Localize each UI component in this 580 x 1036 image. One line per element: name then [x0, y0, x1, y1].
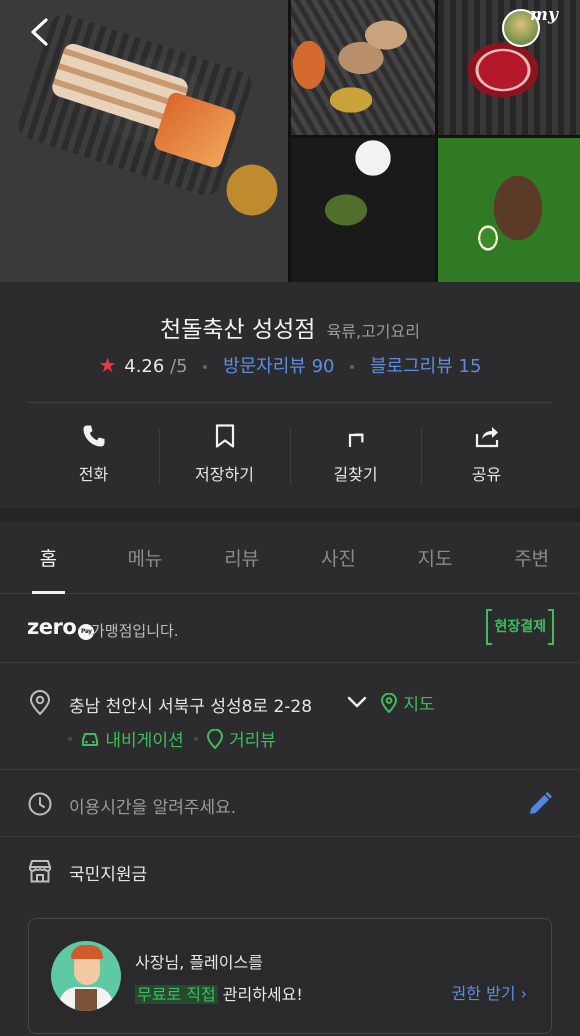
map-pin-icon — [380, 692, 398, 714]
store-icon — [29, 860, 51, 883]
chevron-down-icon[interactable] — [346, 694, 368, 710]
separator-dot — [203, 365, 208, 369]
chef-avatar — [51, 941, 121, 1011]
navigation-label: 내비게이션 — [105, 731, 184, 751]
share-button[interactable]: 공유 — [421, 403, 552, 508]
owner-card-highlight: 무료로 직접 — [135, 985, 218, 1004]
support-text: 국민지원금 — [69, 865, 148, 885]
phone-icon — [83, 425, 104, 447]
street-view-label: 거리뷰 — [229, 731, 276, 751]
place-info: 천돌축산 성성점 육류,고기요리 ★ 4.26 /5 방문자리뷰 90 블로그리… — [0, 282, 580, 508]
rating-max: /5 — [170, 356, 188, 377]
owner-claim-card[interactable]: 사장님, 플레이스를 무료로 직접 관리하세요! 권한 받기 › — [28, 918, 552, 1034]
separator-dot — [193, 736, 198, 741]
title-row: 천돌축산 성성점 육류,고기요리 — [0, 310, 580, 344]
zero-pay-logo: zero Pay — [27, 615, 95, 640]
zero-pay-text: 가맹점입니다. — [91, 622, 179, 640]
place-category: 육류,고기요리 — [326, 322, 420, 341]
onsite-payment-badge: 현장결제 — [486, 609, 554, 645]
my-place-badge[interactable]: my — [502, 5, 560, 51]
rating-value: 4.26 — [124, 356, 165, 377]
avatar-apron — [75, 989, 97, 1011]
claim-permission-link[interactable]: 권한 받기 › — [452, 980, 527, 1004]
action-bar: 전화 저장하기 길찾기 공유 — [28, 402, 552, 508]
street-view-pin-icon — [206, 728, 223, 750]
separator-dot — [68, 736, 72, 741]
clock-icon — [28, 792, 52, 816]
blog-reviews-link[interactable]: 블로그리뷰 15 — [370, 356, 481, 377]
pencil-icon[interactable] — [526, 790, 554, 818]
street-view-link[interactable]: 거리뷰 — [206, 726, 276, 751]
photo-gallery[interactable]: my — [0, 0, 580, 282]
location-pin-icon — [29, 690, 51, 716]
address-sub-links: 내비게이션 거리뷰 — [68, 726, 276, 751]
owner-card-line2: 무료로 직접 관리하세요! — [135, 981, 303, 1005]
my-badge-label: my — [530, 5, 558, 25]
owner-card-line2-rest: 관리하세요! — [217, 985, 303, 1004]
star-icon: ★ — [98, 353, 117, 377]
avatar-hat — [71, 945, 103, 959]
map-link[interactable]: 지도 — [380, 690, 435, 715]
visitor-reviews-link[interactable]: 방문자리뷰 90 — [223, 356, 334, 377]
directions-label: 길찾기 — [333, 465, 378, 484]
separator-dot — [350, 365, 355, 369]
support-row: 국민지원금 — [0, 838, 580, 904]
photo-thumb-3[interactable] — [291, 138, 435, 282]
owner-card-line1: 사장님, 플레이스를 — [135, 953, 263, 972]
address-row: 충남 천안시 서북구 성성8로 2-28 지도 내비게이션 거리뷰 — [0, 664, 580, 770]
place-name: 천돌축산 성성점 — [160, 317, 316, 343]
tab-home[interactable]: 홈 — [0, 522, 97, 594]
save-button[interactable]: 저장하기 — [159, 403, 290, 508]
directions-icon — [348, 433, 363, 447]
call-label: 전화 — [78, 465, 109, 484]
map-link-label: 지도 — [403, 695, 435, 715]
photo-thumb-4[interactable] — [438, 138, 580, 282]
tab-reviews[interactable]: 리뷰 — [193, 522, 290, 593]
save-label: 저장하기 — [195, 465, 254, 484]
zero-pay-row: zero Pay 가맹점입니다. 현장결제 — [0, 595, 580, 663]
car-icon — [82, 733, 98, 746]
rating-row: ★ 4.26 /5 방문자리뷰 90 블로그리뷰 15 — [0, 352, 580, 378]
navigation-link[interactable]: 내비게이션 — [80, 726, 184, 751]
directions-button[interactable]: 길찾기 — [290, 403, 421, 508]
share-icon — [475, 427, 498, 448]
tab-nearby[interactable]: 주변 — [483, 522, 580, 593]
photo-thumb-1[interactable] — [291, 0, 435, 135]
share-label: 공유 — [471, 465, 502, 484]
address-text: 충남 천안시 서북구 성성8로 2-28 — [69, 697, 313, 717]
call-button[interactable]: 전화 — [28, 403, 159, 508]
hours-placeholder: 이용시간을 알려주세요. — [69, 798, 237, 818]
chevron-left-icon — [31, 18, 48, 46]
bookmark-icon — [215, 424, 234, 448]
section-divider — [0, 508, 580, 522]
tab-menu[interactable]: 메뉴 — [97, 522, 194, 593]
tab-photos[interactable]: 사진 — [290, 522, 387, 593]
back-button[interactable] — [22, 14, 58, 50]
tab-bar: 홈 메뉴 리뷰 사진 지도 주변 — [0, 522, 580, 594]
hours-row[interactable]: 이용시간을 알려주세요. — [0, 771, 580, 837]
tab-map[interactable]: 지도 — [387, 522, 484, 593]
zero-pay-logo-text: zero — [27, 615, 77, 639]
